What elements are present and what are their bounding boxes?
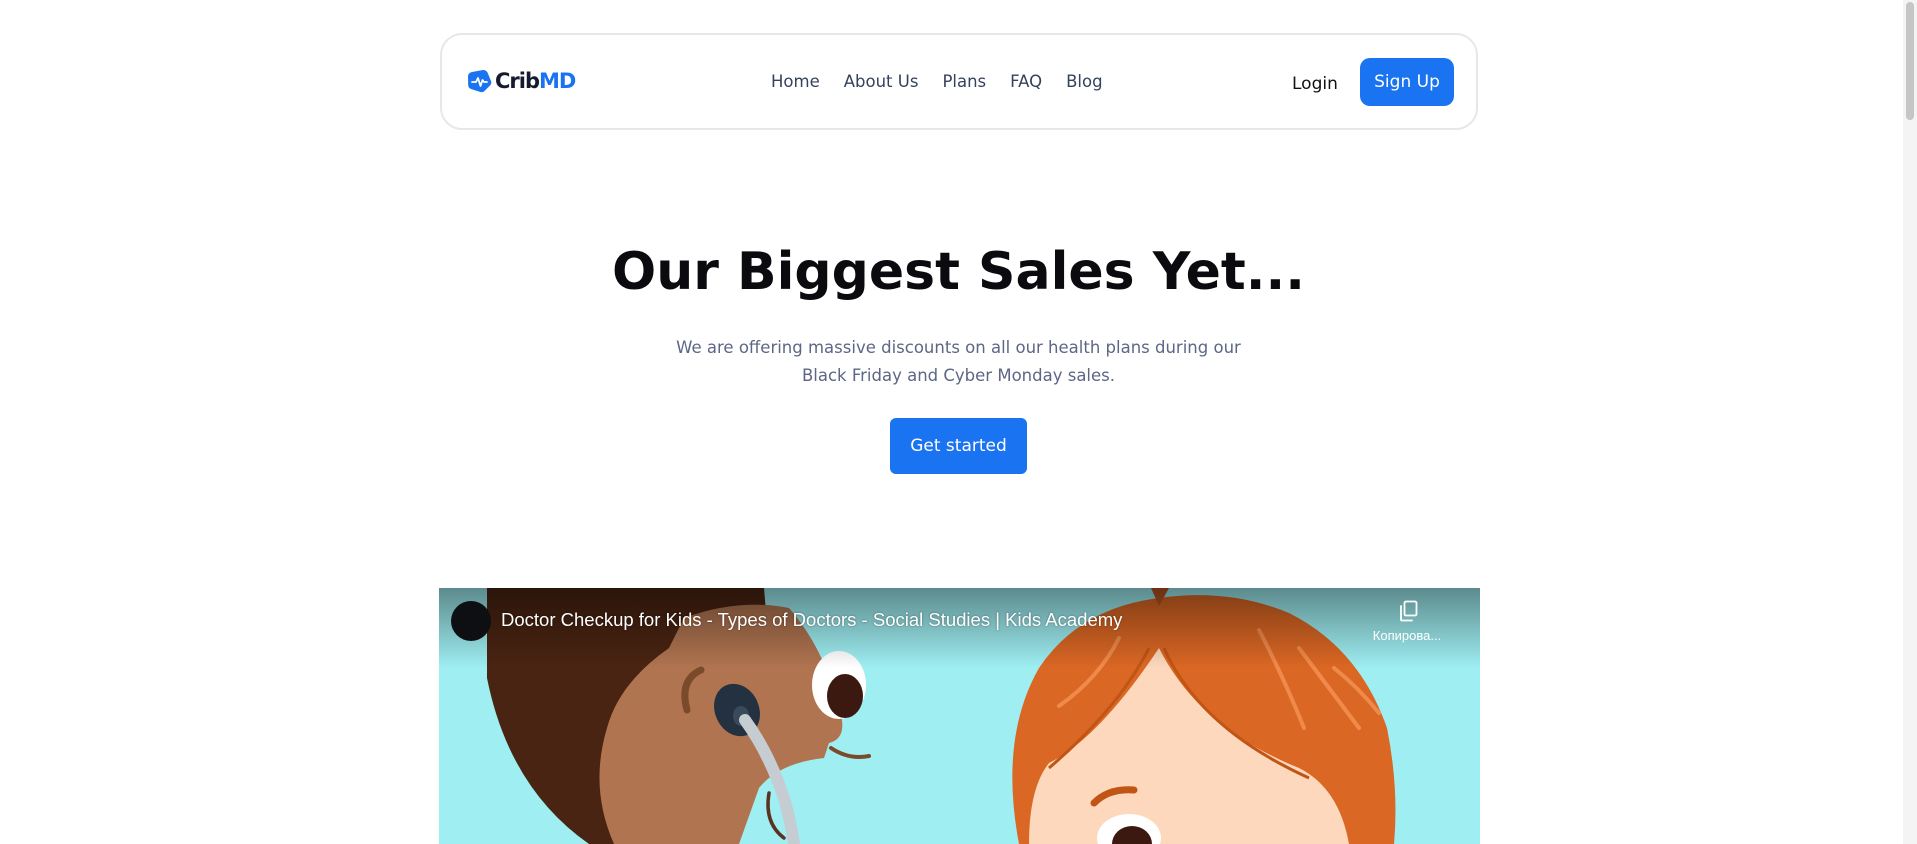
top-navbar: CribMD Home About Us Plans FAQ Blog Logi… bbox=[440, 33, 1478, 130]
heartbeat-logo-icon bbox=[468, 70, 492, 93]
nav-link-blog[interactable]: Blog bbox=[1066, 71, 1102, 93]
embedded-video-player[interactable]: Doctor Checkup for Kids - Types of Docto… bbox=[439, 588, 1480, 844]
copy-icon bbox=[1400, 600, 1418, 622]
hero-title: Our Biggest Sales Yet... bbox=[611, 242, 1305, 302]
nav-link-home[interactable]: Home bbox=[771, 71, 820, 93]
video-title[interactable]: Doctor Checkup for Kids - Types of Docto… bbox=[501, 608, 1122, 632]
scrollbar-thumb[interactable] bbox=[1906, 2, 1914, 120]
logo-wordmark: CribMD bbox=[495, 69, 576, 93]
nav-link-about-us[interactable]: About Us bbox=[844, 71, 919, 93]
sign-up-button[interactable]: Sign Up bbox=[1360, 58, 1454, 106]
copy-link-label: Копирова... bbox=[1372, 628, 1442, 643]
main-nav: Home About Us Plans FAQ Blog bbox=[771, 71, 1103, 93]
channel-avatar[interactable] bbox=[451, 601, 491, 641]
cribmd-logo[interactable]: CribMD bbox=[467, 69, 576, 93]
get-started-button[interactable]: Get started bbox=[890, 418, 1027, 474]
logo-text-md: MD bbox=[539, 69, 576, 93]
hero-subtitle: We are offering massive discounts on all… bbox=[676, 338, 1241, 385]
nav-link-plans[interactable]: Plans bbox=[942, 71, 986, 93]
logo-text-crib: Crib bbox=[495, 69, 540, 93]
login-link[interactable]: Login bbox=[1292, 73, 1338, 95]
page-scrollbar[interactable] bbox=[1903, 0, 1917, 844]
nav-link-faq[interactable]: FAQ bbox=[1010, 71, 1042, 93]
copy-link-button[interactable]: Копирова... bbox=[1367, 598, 1447, 644]
